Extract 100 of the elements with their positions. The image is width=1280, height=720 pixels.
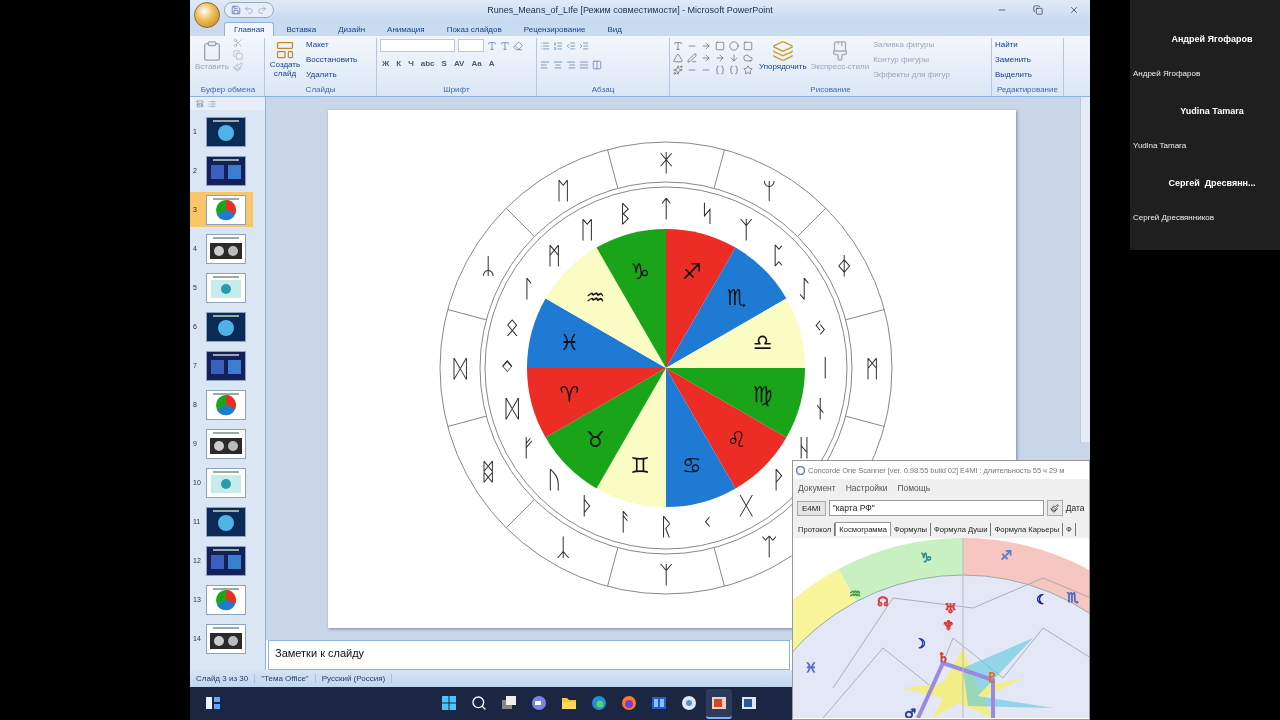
outline-tab-icon	[208, 99, 216, 108]
rune: ᛘ	[762, 176, 776, 205]
slide-thumbnail[interactable]	[206, 155, 246, 186]
rune: ᚦ	[579, 491, 594, 520]
code-button[interactable]: E4MI	[797, 500, 826, 516]
menu-item[interactable]: Помощь	[897, 482, 931, 493]
ribbon-tab[interactable]: Вид	[597, 22, 632, 36]
slide-thumbnail[interactable]	[206, 467, 246, 498]
rune: ᚠ	[521, 433, 536, 462]
zodiac-sign: ♎	[752, 330, 773, 356]
format-button[interactable]: Ж	[380, 59, 392, 68]
shape-icon	[729, 53, 739, 63]
ribbon-tab[interactable]: Вставка	[276, 22, 327, 36]
menu-item[interactable]: Документ	[798, 482, 836, 493]
restore-icon	[1033, 5, 1043, 15]
grow-font-icon	[487, 40, 497, 51]
query-field[interactable]: "карта РФ"	[828, 500, 1044, 516]
office-button[interactable]	[194, 2, 220, 28]
ribbon-tab[interactable]: Показ слайдов	[436, 22, 512, 36]
format-button[interactable]: Aa	[469, 59, 484, 68]
format-button[interactable]: AV	[451, 59, 467, 68]
scrollbar[interactable]	[1080, 97, 1090, 442]
indent-icon	[579, 40, 589, 51]
zodiac-sign: ♈	[559, 381, 580, 407]
search-icon[interactable]	[471, 694, 487, 711]
slide-thumbnail[interactable]	[206, 389, 246, 420]
slide-thumbnail[interactable]	[206, 350, 246, 381]
zodiac-sign: ♏	[726, 285, 747, 311]
shape-icon	[701, 53, 711, 63]
group-label: Рисование	[809, 85, 852, 96]
group-label: Слайды	[304, 85, 337, 96]
widgets-icon[interactable]	[205, 694, 221, 711]
slide-thumbnail[interactable]	[206, 116, 246, 147]
ribbon-tab[interactable]: Главная	[224, 22, 275, 36]
rune: ᚨ	[617, 507, 632, 536]
slides-command[interactable]: Удалить	[306, 68, 358, 81]
tool-button[interactable]	[1046, 500, 1063, 516]
planet-symbol: ♅	[944, 601, 956, 616]
slides-command[interactable]: Восстановить	[306, 53, 358, 66]
indent-icon	[566, 40, 576, 51]
slides-command[interactable]: Макет	[306, 38, 358, 51]
app-icon[interactable]	[651, 694, 667, 711]
editing-command[interactable]: Выделить	[995, 68, 1032, 81]
ribbon-tab[interactable]: Анимация	[377, 22, 435, 36]
shrink-font-icon	[500, 40, 510, 51]
app-icon	[796, 465, 805, 475]
shape-icon	[701, 41, 711, 51]
slide-thumbnail[interactable]	[206, 311, 246, 342]
editing-command[interactable]: Найти	[995, 38, 1032, 51]
slide-thumbnail[interactable]	[206, 506, 246, 537]
slides-app-icon[interactable]	[711, 694, 727, 711]
chat-icon[interactable]	[531, 694, 547, 711]
new-slide-button[interactable]: Создать слайд	[268, 38, 302, 78]
browser-icon[interactable]	[591, 694, 607, 711]
rune: ᛞ	[453, 355, 467, 383]
slide-thumbnail[interactable]	[206, 233, 246, 264]
date-label: Дата	[1065, 503, 1085, 513]
close-icon	[1069, 5, 1079, 15]
ribbon-tab[interactable]: Рецензирование	[513, 22, 596, 36]
slide-thumbnail[interactable]	[206, 623, 246, 654]
redo-icon	[257, 5, 267, 15]
globe-icon[interactable]	[681, 694, 697, 711]
slide-thumbnail[interactable]	[206, 272, 246, 303]
task-view-icon[interactable]	[501, 694, 517, 711]
align-center-icon	[553, 59, 563, 70]
format-button[interactable]: К	[394, 59, 404, 68]
slide-thumbnail[interactable]	[206, 428, 246, 459]
slide-thumbnail[interactable]	[206, 194, 246, 225]
arrange-button[interactable]: Упорядочить	[759, 38, 807, 71]
zodiac-sign: ♐	[1000, 548, 1012, 563]
participant-name: Сергей Дресвянников	[1132, 213, 1215, 222]
rune: ᚢ	[546, 466, 561, 495]
status-text: Слайд 3 из 30	[190, 674, 256, 683]
start-icon[interactable]	[441, 694, 457, 711]
slide-thumbnail[interactable]	[206, 545, 246, 576]
copy-icon	[232, 50, 243, 60]
zodiac-sign: ♓	[559, 330, 580, 356]
align-right-icon	[566, 59, 576, 70]
font-name-field[interactable]	[380, 39, 455, 52]
notes-field[interactable]: Заметки к слайду	[268, 640, 790, 670]
browser-icon[interactable]	[621, 694, 637, 711]
divider-line	[505, 207, 535, 237]
participant-tile-name: Yudina Tamara	[1179, 106, 1245, 116]
format-button[interactable]: A	[486, 59, 497, 68]
rune: ᛏ	[659, 195, 673, 223]
format-button[interactable]: Ч	[406, 59, 416, 68]
zodiac-sign: ♉	[585, 426, 606, 452]
format-button[interactable]: S	[439, 59, 449, 68]
rune: ᛋ	[700, 200, 715, 229]
document-app-icon[interactable]	[741, 694, 757, 711]
format-button[interactable]: abc	[418, 59, 437, 68]
menu-item[interactable]: Настройки	[845, 482, 888, 493]
save-icon	[231, 5, 241, 15]
ribbon-tab[interactable]: Дизайн	[328, 22, 376, 36]
slide-thumbnail[interactable]	[206, 584, 246, 615]
align-left-icon	[540, 59, 550, 70]
editing-command[interactable]: Заменить	[995, 53, 1032, 66]
brush-icon	[1050, 503, 1060, 513]
shape-icon	[729, 65, 739, 75]
font-size-field[interactable]	[458, 39, 484, 52]
